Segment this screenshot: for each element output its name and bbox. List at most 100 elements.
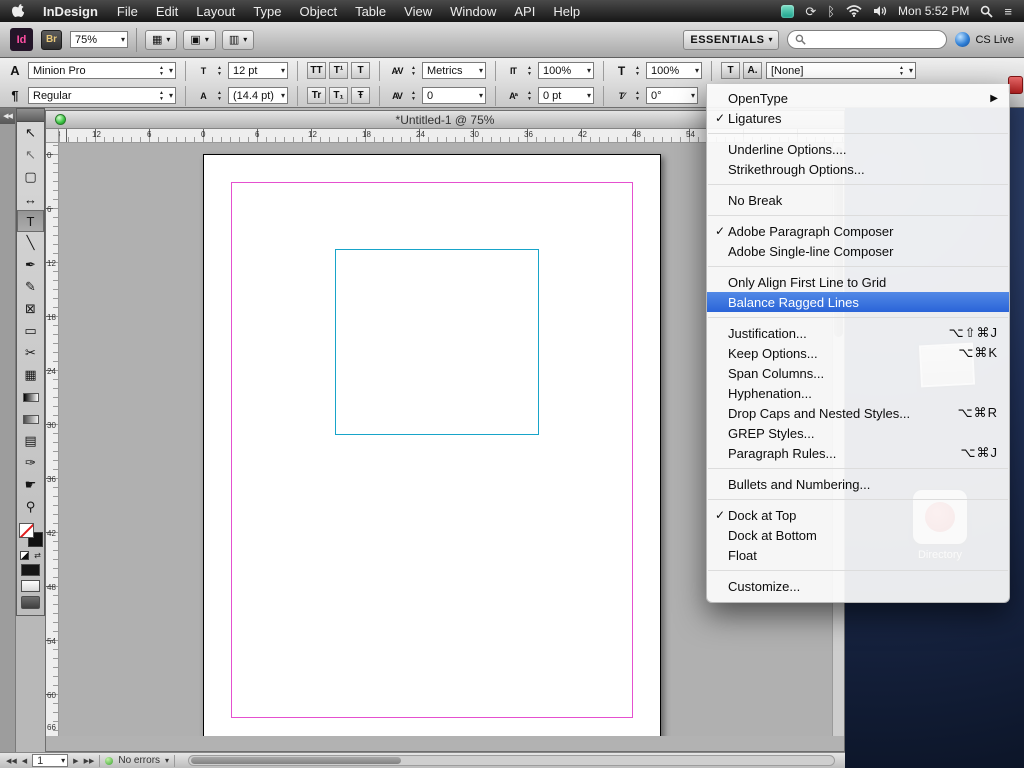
menu-item-customize[interactable]: Customize... [707, 576, 1009, 596]
superscript-button[interactable]: T¹ [329, 62, 348, 79]
menu-item-opentype[interactable]: OpenType ▶ [707, 88, 1009, 108]
menu-item-span-columns[interactable]: Span Columns... [707, 363, 1009, 383]
baseline-shift-combo[interactable]: 0 pt ▾ [538, 87, 594, 104]
menubar-menu-help[interactable]: Help [544, 4, 589, 19]
default-fill-stroke-icon[interactable] [20, 551, 30, 560]
bridge-button[interactable]: Br [41, 29, 62, 50]
skew-stepper[interactable]: ▲ ▼ [633, 90, 642, 102]
menubar-app-name[interactable]: InDesign [33, 4, 108, 19]
all-caps-button[interactable]: TT [307, 62, 326, 79]
direct-selection-tool[interactable]: ↖ [17, 144, 44, 166]
menubar-menu-type[interactable]: Type [244, 4, 290, 19]
menubar-menu-file[interactable]: File [108, 4, 147, 19]
next-page-button[interactable]: ▶ [73, 757, 78, 765]
free-transform-tool[interactable]: ▦ [17, 364, 44, 386]
cs-live-button[interactable]: CS Live [955, 32, 1014, 47]
paragraph-formatting-icon[interactable]: ¶ [6, 88, 24, 103]
apple-menu[interactable] [0, 3, 33, 19]
pen-tool[interactable]: ✒ [17, 254, 44, 276]
bluetooth-icon[interactable]: ᛒ [827, 5, 835, 18]
menubar-menu-window[interactable]: Window [441, 4, 505, 19]
notification-center-icon[interactable]: ≡ [1004, 5, 1012, 18]
underline-button[interactable]: T [351, 62, 370, 79]
text-frame[interactable] [335, 249, 539, 435]
pencil-tool[interactable]: ✎ [17, 276, 44, 298]
font-family-combo[interactable]: Minion Pro ▲ ▼ ▾ [28, 62, 176, 79]
skew-combo[interactable]: 0° ▾ [646, 87, 698, 104]
scissors-tool[interactable]: ✂ [17, 342, 44, 364]
page-number-combo[interactable]: 1 ▾ [32, 754, 69, 767]
menu-item-no-break[interactable]: No Break [707, 190, 1009, 210]
menubar-menu-edit[interactable]: Edit [147, 4, 187, 19]
character-panel-button[interactable]: T [721, 62, 740, 79]
menu-item-adobe-paragraph-composer[interactable]: ✓ Adobe Paragraph Composer [707, 221, 1009, 241]
horizontal-scrollbar-thumb[interactable] [191, 757, 402, 764]
horizontal-scrollbar[interactable] [188, 755, 835, 766]
view-options-button[interactable]: ▦ ▾ [145, 29, 178, 50]
menubar-menu-object[interactable]: Object [291, 4, 347, 19]
menu-item-grep-styles[interactable]: GREP Styles... [707, 423, 1009, 443]
app-search-field[interactable] [787, 30, 948, 49]
tracking-stepper[interactable]: ▲ ▼ [409, 90, 418, 102]
font-size-stepper[interactable]: ▲ ▼ [215, 65, 224, 77]
note-tool[interactable]: ▤ [17, 430, 44, 452]
apply-color-button[interactable] [21, 564, 40, 576]
horizontal-scale-stepper[interactable]: ▲ ▼ [633, 65, 642, 77]
gradient-swatch-tool[interactable] [17, 386, 44, 408]
font-style-combo[interactable]: Regular ▲ ▼ ▾ [28, 87, 176, 104]
fill-swatch[interactable] [18, 523, 34, 538]
rectangle-tool[interactable]: ▭ [17, 320, 44, 342]
dock-collapse-button[interactable]: ◀◀ [0, 108, 15, 124]
page-tool[interactable]: ▢ [17, 166, 44, 188]
gradient-feather-tool[interactable] [17, 408, 44, 430]
selection-tool[interactable]: ↖ [17, 122, 44, 144]
first-page-button[interactable]: ◀◀ [6, 757, 17, 765]
spotlight-icon[interactable] [980, 5, 994, 18]
ruler-origin-corner[interactable] [46, 129, 59, 143]
menu-item-bullets-and-numbering[interactable]: Bullets and Numbering... [707, 474, 1009, 494]
volume-icon[interactable] [873, 5, 887, 17]
character-styles-button[interactable]: A. [743, 62, 762, 79]
last-page-button[interactable]: ▶▶ [84, 757, 95, 765]
menu-item-strikethrough-options[interactable]: Strikethrough Options... [707, 159, 1009, 179]
screen-mode-button[interactable] [21, 596, 40, 609]
menu-item-keep-options[interactable]: Keep Options... ⌥⌘K [707, 343, 1009, 363]
menu-item-underline-options[interactable]: Underline Options.... [707, 139, 1009, 159]
time-machine-icon[interactable]: ⟳ [805, 5, 816, 18]
menubar-menu-table[interactable]: Table [346, 4, 395, 19]
menu-item-balance-ragged-lines[interactable]: Balance Ragged Lines [707, 292, 1009, 312]
eyedropper-tool[interactable]: ✑ [17, 452, 44, 474]
search-input[interactable] [810, 33, 931, 46]
page[interactable] [203, 154, 661, 736]
fill-stroke-swatch[interactable] [18, 523, 43, 547]
strikethrough-button[interactable]: Ŧ [351, 87, 370, 104]
menu-item-dock-at-top[interactable]: ✓ Dock at Top [707, 505, 1009, 525]
zoom-level-combo[interactable]: 75% ▾ [70, 31, 128, 48]
rectangle-frame-tool[interactable]: ⊠ [17, 298, 44, 320]
apply-none-button[interactable] [21, 580, 40, 592]
collapsed-panel-icon[interactable] [1008, 76, 1023, 94]
zoom-tool[interactable]: ⚲ [17, 496, 44, 518]
menu-item-only-align-first-line-to-grid[interactable]: Only Align First Line to Grid [707, 272, 1009, 292]
subscript-button[interactable]: T₁ [329, 87, 348, 104]
menu-item-hyphenation[interactable]: Hyphenation... [707, 383, 1009, 403]
sync-app-icon[interactable] [781, 4, 795, 18]
baseline-shift-stepper[interactable]: ▲ ▼ [525, 90, 534, 102]
tools-panel-header[interactable] [17, 109, 44, 122]
vertical-scale-stepper[interactable]: ▲ ▼ [525, 65, 534, 77]
vertical-ruler[interactable]: 0 6 12 18 24 30 36 42 48 54 60 66 [46, 143, 59, 736]
arrange-documents-button[interactable]: ▥ ▾ [221, 29, 255, 50]
gap-tool[interactable]: ↔ [17, 188, 44, 210]
menu-item-adobe-single-line-composer[interactable]: Adobe Single-line Composer [707, 241, 1009, 261]
horizontal-scale-combo[interactable]: 100% ▾ [646, 62, 702, 79]
menubar-menu-api[interactable]: API [505, 4, 544, 19]
menubar-menu-view[interactable]: View [395, 4, 441, 19]
font-size-combo[interactable]: 12 pt ▾ [228, 62, 288, 79]
tracking-combo[interactable]: 0 ▾ [422, 87, 486, 104]
menu-item-justification[interactable]: Justification... ⌥⇧⌘J [707, 323, 1009, 343]
kerning-stepper[interactable]: ▲ ▼ [409, 65, 418, 77]
character-formatting-icon[interactable]: A [6, 63, 24, 78]
small-caps-button[interactable]: Tr [307, 87, 326, 104]
menu-item-dock-at-bottom[interactable]: Dock at Bottom [707, 525, 1009, 545]
menu-item-ligatures[interactable]: ✓ Ligatures [707, 108, 1009, 128]
